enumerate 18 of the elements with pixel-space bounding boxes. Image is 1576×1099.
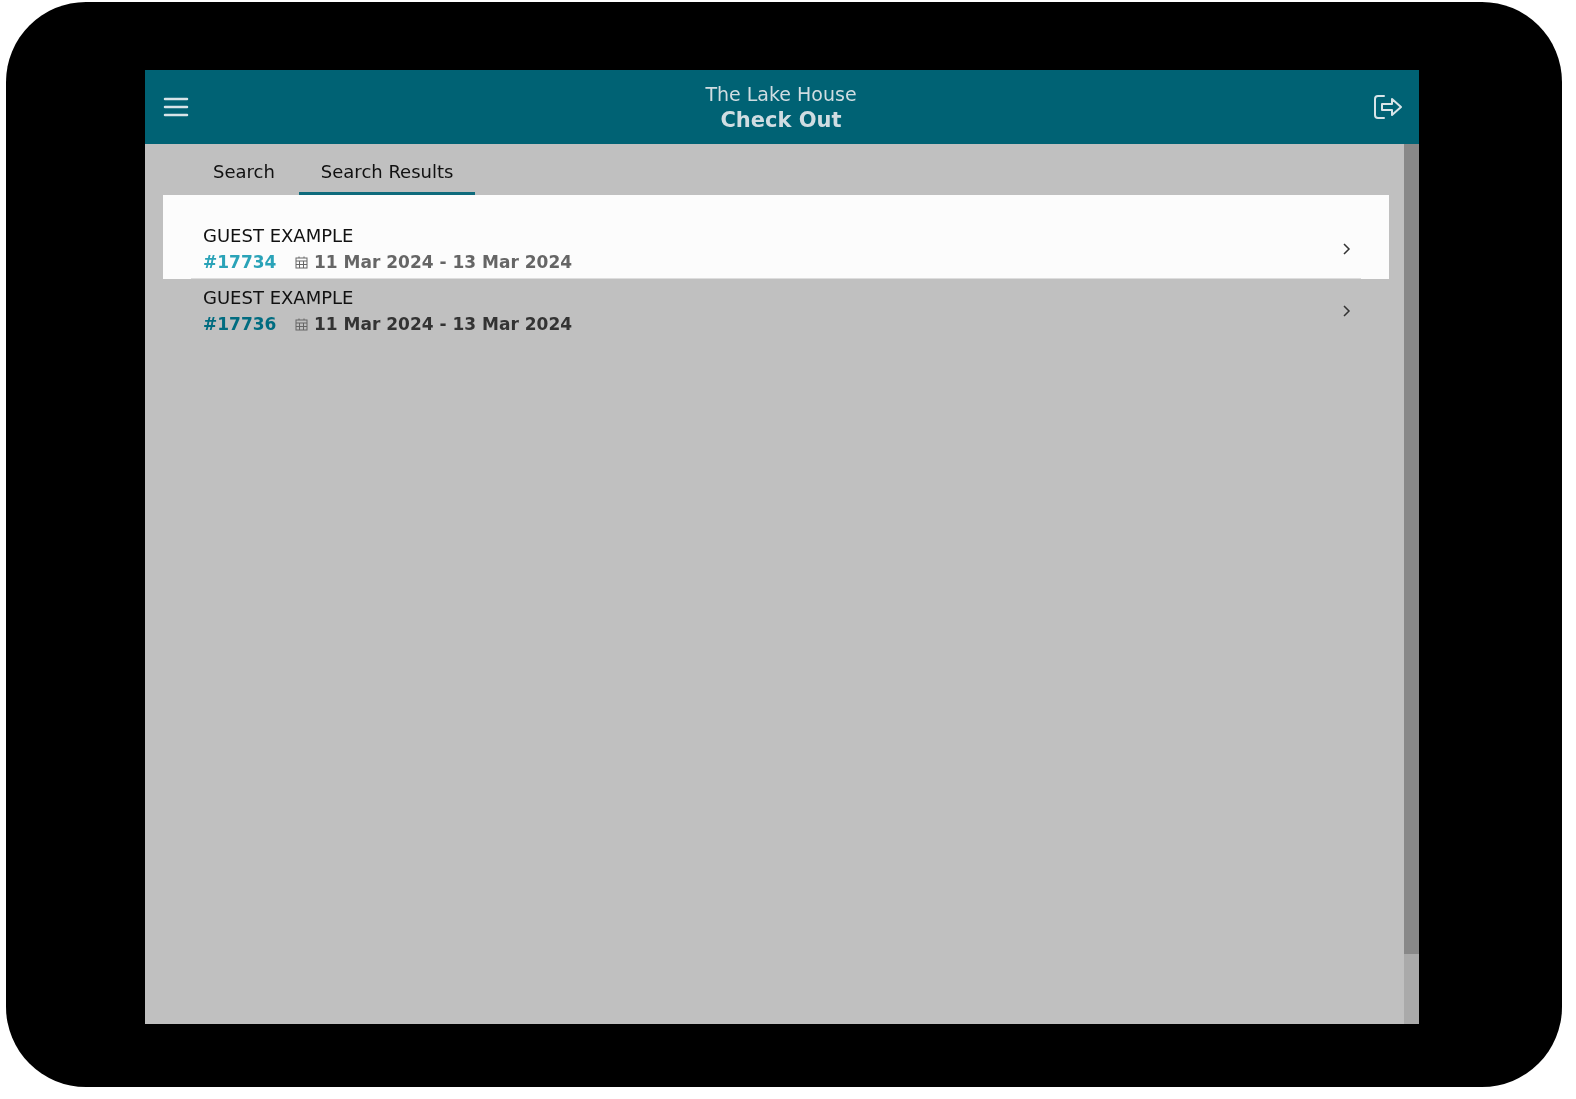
booking-number: #17734 xyxy=(203,252,278,272)
page-title: Check Out xyxy=(720,107,842,132)
scrollbar[interactable] xyxy=(1404,144,1419,1024)
calendar-icon xyxy=(295,255,308,269)
chevron-right-icon xyxy=(1341,303,1351,318)
booking-number: #17736 xyxy=(203,314,278,334)
tab[interactable]: Search xyxy=(191,144,297,195)
stay-dates: 11 Mar 2024 - 13 Mar 2024 xyxy=(314,252,573,272)
chevron-right-icon xyxy=(1341,241,1351,256)
result-row[interactable]: GUEST EXAMPLE #17736 11 Mar 2024 - 13 Mar 2024 xyxy=(163,279,1389,340)
result-row[interactable]: GUEST EXAMPLE #17734 11 Mar 2024 - 13 Mar 2024 xyxy=(163,195,1389,279)
logout-icon[interactable] xyxy=(1373,94,1403,120)
venue-name: The Lake House xyxy=(705,82,857,105)
guest-name: GUEST EXAMPLE xyxy=(203,287,355,308)
menu-icon[interactable] xyxy=(163,96,189,118)
guest-name: GUEST EXAMPLE xyxy=(203,225,355,246)
stay-dates: 11 Mar 2024 - 13 Mar 2024 xyxy=(314,314,573,334)
calendar-icon xyxy=(295,317,308,331)
